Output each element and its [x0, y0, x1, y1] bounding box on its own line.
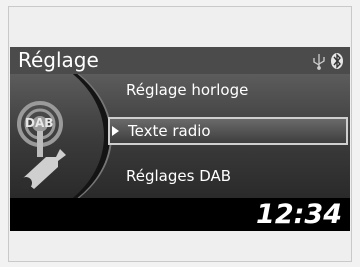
menu-item-label: Texte radio	[128, 122, 211, 140]
menu-item-reglage-horloge[interactable]: Réglage horloge	[120, 76, 346, 104]
menu-area: DAB Réglage horloge Texte radio Réglages…	[10, 74, 350, 198]
menu-item-label: Réglages DAB	[126, 167, 232, 185]
header-bar: Réglage	[10, 47, 350, 74]
menu-item-reglages-dab[interactable]: Réglages DAB	[120, 162, 346, 190]
status-icons	[310, 52, 346, 70]
page-title: Réglage	[18, 48, 99, 72]
bluetooth-icon	[331, 53, 343, 69]
usb-icon	[313, 54, 325, 70]
menu-item-label: Réglage horloge	[126, 81, 249, 99]
menu-item-texte-radio[interactable]: Texte radio	[108, 117, 348, 145]
dab-settings-icon: DAB	[16, 79, 88, 195]
footer-bar: 12:34	[10, 198, 350, 231]
audio-screen: Réglage DAB Réglage horloge Texte radio …	[10, 47, 350, 231]
clock: 12:34	[256, 199, 342, 230]
selection-arrow-icon	[112, 126, 119, 136]
dab-label: DAB	[25, 116, 54, 130]
